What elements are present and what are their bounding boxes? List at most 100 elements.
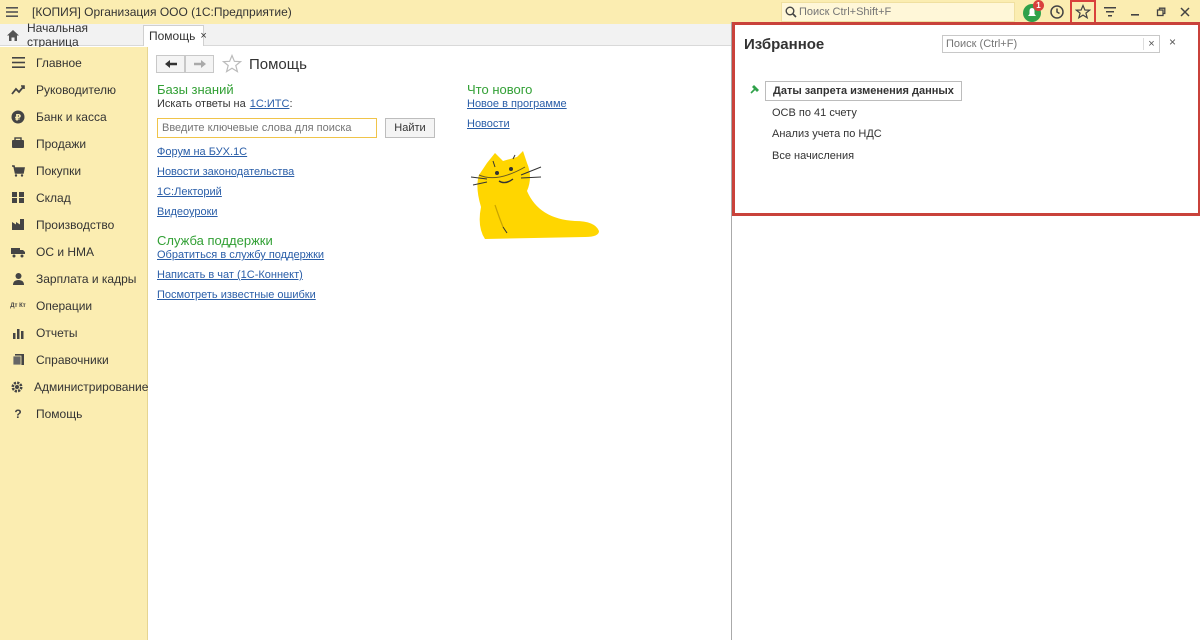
notifications-badge: 1 bbox=[1033, 0, 1044, 11]
add-to-favorites-star-icon[interactable] bbox=[221, 53, 243, 77]
knowledge-base-heading: Базы знаний bbox=[157, 82, 234, 97]
home-icon bbox=[6, 29, 20, 42]
sidebar-item-sales[interactable]: Продажи bbox=[0, 130, 147, 157]
chart-icon bbox=[10, 325, 26, 341]
svg-text:₽: ₽ bbox=[15, 113, 21, 123]
arrow-right-icon bbox=[193, 60, 206, 68]
tab-close-button[interactable]: × bbox=[200, 30, 206, 42]
sidebar-item-label: Отчеты bbox=[36, 325, 78, 340]
sidebar-item-label: Справочники bbox=[36, 352, 109, 367]
gear-icon bbox=[10, 379, 24, 395]
link-law-news[interactable]: Новости законодательства bbox=[157, 166, 294, 178]
sidebar-item-production[interactable]: Производство bbox=[0, 211, 147, 238]
tab-help-label: Помощь bbox=[149, 29, 196, 43]
cat-illustration bbox=[470, 151, 599, 239]
link-chat[interactable]: Написать в чат (1С-Коннект) bbox=[157, 269, 303, 281]
person-icon bbox=[10, 271, 26, 287]
sidebar-item-catalogs[interactable]: Справочники bbox=[0, 346, 147, 373]
favorites-search-field[interactable]: × bbox=[942, 35, 1160, 53]
sidebar-item-label: Зарплата и кадры bbox=[36, 271, 137, 286]
sidebar-item-bank[interactable]: ₽ Банк и касса bbox=[0, 103, 147, 130]
arrow-left-icon bbox=[164, 60, 177, 68]
global-search-field[interactable] bbox=[781, 2, 1015, 22]
link-video-lessons[interactable]: Видеоуроки bbox=[157, 206, 218, 218]
warehouse-icon bbox=[10, 190, 26, 206]
search-icon bbox=[785, 6, 797, 18]
support-heading: Служба поддержки bbox=[157, 233, 273, 248]
sidebar-item-label: Склад bbox=[36, 190, 71, 205]
settings-menu-icon[interactable] bbox=[1097, 0, 1123, 24]
sidebar-item-manager[interactable]: Руководителю bbox=[0, 76, 147, 103]
link-lectorium[interactable]: 1С:Лекторий bbox=[157, 186, 222, 198]
sidebar-item-label: Покупки bbox=[36, 163, 82, 178]
favorites-title: Избранное bbox=[744, 36, 825, 53]
notifications-icon[interactable]: 1 bbox=[1019, 0, 1045, 24]
question-icon: ? bbox=[14, 406, 22, 421]
find-button[interactable]: Найти bbox=[385, 118, 435, 138]
sidebar-item-label: ОС и НМА bbox=[36, 244, 95, 259]
sidebar-item-label: Главное bbox=[36, 55, 82, 70]
sidebar-item-label: Банк и касса bbox=[36, 109, 107, 124]
link-new-in-program[interactable]: Новое в программе bbox=[467, 98, 567, 110]
sidebar-item-label: Руководителю bbox=[36, 82, 117, 97]
dt-kt-icon: Дт Кт bbox=[10, 302, 26, 309]
search-prompt-row: Искать ответы на 1С:ИТС : bbox=[157, 98, 293, 110]
ruble-icon: ₽ bbox=[10, 109, 26, 125]
sidebar-item-label: Операции bbox=[36, 298, 93, 313]
sidebar-item-warehouse[interactable]: Склад bbox=[0, 184, 147, 211]
factory-icon bbox=[10, 217, 26, 233]
link-known-errors[interactable]: Посмотреть известные ошибки bbox=[157, 289, 316, 301]
favorites-item[interactable]: ОСВ по 41 счету bbox=[765, 104, 864, 122]
truck-icon bbox=[10, 244, 26, 260]
minimize-icon[interactable] bbox=[1122, 0, 1148, 24]
sidebar-item-assets[interactable]: ОС и НМА bbox=[0, 238, 147, 265]
help-search-field[interactable] bbox=[157, 118, 377, 138]
favorites-star-icon[interactable] bbox=[1070, 0, 1096, 24]
sidebar-item-label: Помощь bbox=[36, 406, 83, 421]
sidebar-item-admin[interactable]: Администрирование bbox=[0, 373, 149, 400]
link-news[interactable]: Новости bbox=[467, 118, 510, 130]
menu-icon[interactable] bbox=[0, 0, 24, 24]
clear-search-button[interactable]: × bbox=[1143, 38, 1159, 50]
tab-home[interactable]: Начальная страница bbox=[0, 21, 140, 49]
trend-icon bbox=[10, 82, 26, 98]
search-prompt-text: Искать ответы на bbox=[157, 98, 246, 110]
sidebar-item-label: Продажи bbox=[36, 136, 87, 151]
forward-button[interactable] bbox=[185, 55, 214, 73]
restore-icon[interactable] bbox=[1148, 0, 1174, 24]
cart-icon bbox=[10, 136, 26, 152]
favorites-item[interactable]: Анализ учета по НДС bbox=[765, 125, 889, 143]
favorites-item[interactable]: Все начисления bbox=[765, 147, 861, 165]
global-search-input[interactable] bbox=[799, 6, 1009, 18]
pin-icon bbox=[749, 83, 761, 98]
help-search-input[interactable] bbox=[158, 119, 376, 137]
back-button[interactable] bbox=[156, 55, 185, 73]
favorites-search-input[interactable] bbox=[943, 38, 1143, 50]
link-forum[interactable]: Форум на БУХ.1С bbox=[157, 146, 247, 158]
sidebar-item-operations[interactable]: Дт Кт Операции bbox=[0, 292, 147, 319]
sidebar-item-label: Администрирование bbox=[34, 379, 149, 394]
favorites-item[interactable]: Даты запрета изменения данных bbox=[765, 81, 962, 101]
window-title: [КОПИЯ] Организация ООО (1С:Предприятие) bbox=[32, 5, 292, 19]
navigation-buttons bbox=[156, 55, 214, 73]
sidebar-item-purchases[interactable]: Покупки bbox=[0, 157, 147, 184]
history-icon[interactable] bbox=[1044, 0, 1070, 24]
menu-icon bbox=[10, 55, 26, 71]
favorites-panel: Избранное × × Даты запрета изменения дан… bbox=[731, 22, 1200, 640]
basket-icon bbox=[10, 163, 26, 179]
sidebar: Главное Руководителю ₽ Банк и касса Прод… bbox=[0, 47, 148, 640]
whats-new-heading: Что нового bbox=[467, 82, 533, 97]
link-contact-support[interactable]: Обратиться в службу поддержки bbox=[157, 249, 324, 261]
tab-home-label: Начальная страница bbox=[27, 21, 89, 49]
favorites-close-button[interactable]: × bbox=[1169, 35, 1176, 49]
page-title: Помощь bbox=[249, 56, 307, 73]
tab-help[interactable]: Помощь × bbox=[143, 25, 207, 46]
sidebar-item-reports[interactable]: Отчеты bbox=[0, 319, 147, 346]
book-icon bbox=[10, 352, 26, 368]
its-link[interactable]: 1С:ИТС bbox=[250, 98, 290, 110]
close-icon[interactable] bbox=[1172, 0, 1198, 24]
sidebar-item-main[interactable]: Главное bbox=[0, 49, 147, 76]
help-page: Помощь Базы знаний Искать ответы на 1С:И… bbox=[149, 47, 730, 640]
sidebar-item-salary[interactable]: Зарплата и кадры bbox=[0, 265, 147, 292]
sidebar-item-help[interactable]: ? Помощь bbox=[0, 400, 147, 427]
